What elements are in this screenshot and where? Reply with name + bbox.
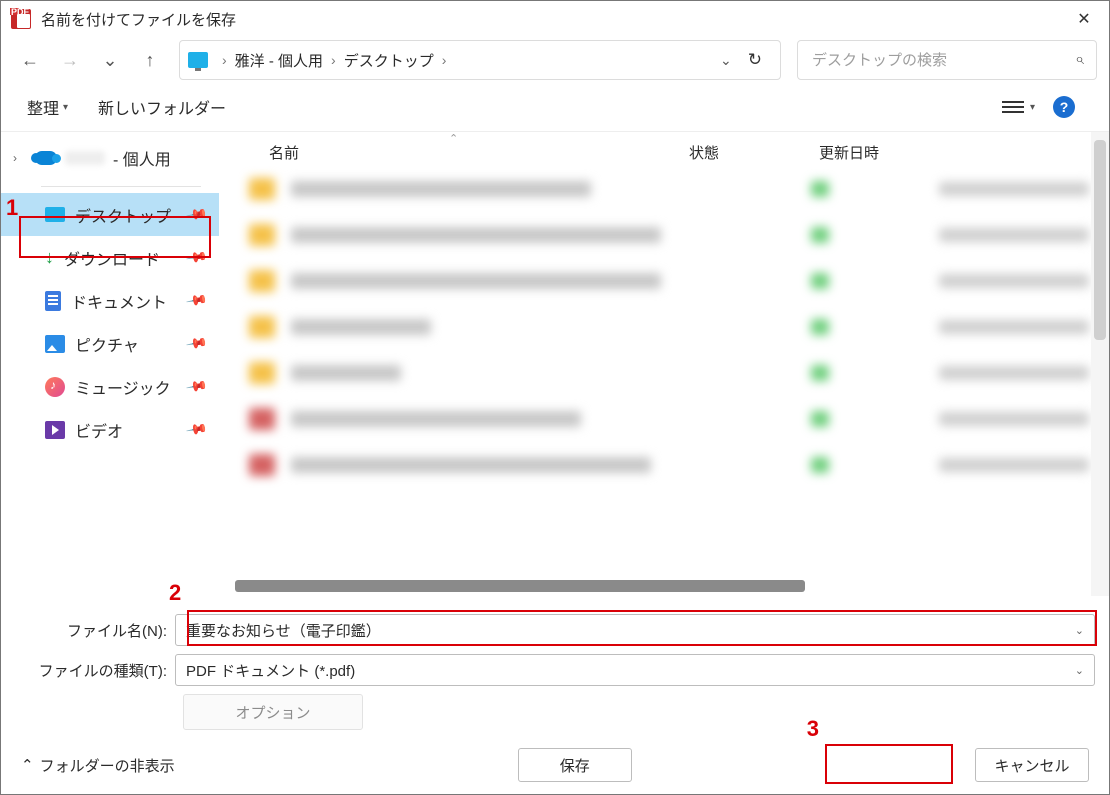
new-folder-label: 新しいフォルダー: [98, 95, 226, 119]
search-icon[interactable]: ⌕: [1075, 51, 1084, 69]
download-icon: ↓: [45, 247, 54, 268]
save-fields: 2 ファイル名(N): 重要なお知らせ（電子印鑑） ⌄ ファイルの種類(T): …: [1, 596, 1109, 736]
nav-back-button[interactable]: ←: [13, 43, 47, 77]
options-label: オプション: [235, 702, 310, 723]
chevron-right-icon: ›: [434, 52, 455, 68]
organize-menu[interactable]: 整理 ▾: [27, 95, 68, 119]
sidebar-item-pictures[interactable]: ピクチャ 📌: [1, 322, 219, 365]
annotation-number: 1: [6, 195, 18, 221]
redacted-text: [65, 151, 105, 165]
pin-icon[interactable]: 📌: [184, 418, 208, 442]
chevron-down-icon: ▾: [1030, 102, 1035, 113]
chevron-up-icon: ⌃: [21, 756, 34, 774]
pin-icon[interactable]: 📌: [184, 203, 208, 227]
save-label: 保存: [560, 755, 590, 776]
cancel-button[interactable]: キャンセル: [975, 748, 1089, 782]
picture-icon: [45, 335, 65, 353]
footer: ⌃ フォルダーの非表示 3 保存 キャンセル: [1, 736, 1109, 794]
chevron-down-icon: ▾: [63, 102, 68, 113]
column-name[interactable]: 名前: [269, 142, 689, 163]
chevron-down-icon[interactable]: ⌄: [1075, 664, 1084, 677]
cancel-label: キャンセル: [994, 755, 1069, 776]
window-title: 名前を付けてファイルを保存: [41, 9, 1059, 30]
annotation-number: 3: [807, 716, 819, 742]
breadcrumb-seg[interactable]: デスクトップ: [344, 50, 434, 71]
save-button[interactable]: 保存: [518, 748, 632, 782]
sidebar-item-label: ミュージック: [75, 375, 171, 399]
pin-icon[interactable]: 📌: [184, 332, 208, 356]
file-list-pane: ⌃ 名前 状態 更新日時: [219, 132, 1109, 596]
column-status[interactable]: 状態: [689, 142, 819, 163]
sidebar-item-desktop[interactable]: デスクトップ 📌: [1, 193, 219, 236]
recent-chevron-icon[interactable]: ⌄: [93, 43, 127, 77]
options-button[interactable]: オプション: [183, 694, 363, 730]
list-view-icon: [1002, 101, 1024, 113]
horizontal-scrollbar[interactable]: [235, 580, 805, 592]
filetype-value: PDF ドキュメント (*.pdf): [186, 660, 355, 681]
sidebar-item-label: ダウンロード: [64, 246, 160, 270]
monitor-icon: [188, 52, 208, 68]
breadcrumb[interactable]: › 雅洋 - 個人用 › デスクトップ › ⌄ ↻: [179, 40, 781, 80]
folder-toggle-label: フォルダーの非表示: [40, 755, 175, 776]
column-date[interactable]: 更新日時: [819, 142, 1109, 163]
divider: [41, 186, 201, 187]
breadcrumb-dropdown-icon[interactable]: ⌄: [720, 52, 732, 69]
view-mode-button[interactable]: ▾: [1002, 101, 1035, 113]
filename-input[interactable]: 重要なお知らせ（電子印鑑） ⌄: [175, 614, 1095, 646]
nav-forward-button[interactable]: →: [53, 43, 87, 77]
onedrive-icon: [35, 151, 57, 165]
folder-tree: › - 個人用 デスクトップ 📌 ↓ ダウンロード 📌 ドキュメント 📌: [1, 132, 219, 596]
document-icon: [45, 291, 61, 311]
chevron-right-icon: ›: [13, 151, 27, 165]
pin-icon[interactable]: 📌: [184, 289, 208, 313]
sidebar-item-label: ビデオ: [75, 418, 123, 442]
sidebar-item-video[interactable]: ビデオ 📌: [1, 408, 219, 451]
chevron-right-icon: ›: [214, 52, 235, 68]
column-headers: 名前 状態 更新日時: [219, 132, 1109, 172]
sidebar-item-music[interactable]: ミュージック 📌: [1, 365, 219, 408]
toolbar: 整理 ▾ 新しいフォルダー ▾ ?: [1, 83, 1109, 131]
nav-up-button[interactable]: ↑: [133, 43, 167, 77]
pdf-app-icon: PDF: [11, 9, 31, 29]
sidebar-item-documents[interactable]: ドキュメント 📌: [1, 279, 219, 322]
tree-root-label: - 個人用: [113, 146, 171, 170]
new-folder-button[interactable]: 新しいフォルダー: [98, 95, 226, 119]
chevron-right-icon: ›: [323, 52, 344, 68]
sidebar-item-label: ピクチャ: [75, 332, 139, 356]
breadcrumb-seg[interactable]: 雅洋 - 個人用: [235, 50, 323, 71]
search-box[interactable]: ⌕: [797, 40, 1097, 80]
pin-icon[interactable]: 📌: [184, 246, 208, 270]
annotation-number: 2: [169, 580, 181, 606]
pin-icon[interactable]: 📌: [184, 375, 208, 399]
sidebar-item-label: デスクトップ: [75, 203, 171, 227]
tree-root-onedrive[interactable]: › - 個人用: [1, 138, 219, 178]
vertical-scrollbar[interactable]: [1094, 140, 1106, 340]
folder-toggle-button[interactable]: ⌃ フォルダーの非表示: [21, 755, 175, 776]
music-icon: [45, 377, 65, 397]
organize-label: 整理: [27, 95, 59, 119]
video-icon: [45, 421, 65, 439]
search-input[interactable]: [810, 51, 1075, 70]
filetype-select[interactable]: PDF ドキュメント (*.pdf) ⌄: [175, 654, 1095, 686]
sidebar-item-downloads[interactable]: ↓ ダウンロード 📌: [1, 236, 219, 279]
filetype-label: ファイルの種類(T):: [15, 660, 175, 681]
close-icon[interactable]: ✕: [1059, 1, 1109, 37]
filename-value: 重要なお知らせ（電子印鑑）: [186, 620, 381, 641]
refresh-icon[interactable]: ↻: [748, 50, 762, 70]
monitor-icon: [45, 207, 65, 222]
file-list-blurred: [219, 172, 1109, 476]
save-dialog: PDF 名前を付けてファイルを保存 ✕ ← → ⌄ ↑ › 雅洋 - 個人用 ›…: [0, 0, 1110, 795]
body: 1 › - 個人用 デスクトップ 📌 ↓ ダウンロード 📌: [1, 131, 1109, 596]
chevron-down-icon[interactable]: ⌄: [1075, 624, 1084, 637]
sidebar-item-label: ドキュメント: [71, 289, 167, 313]
navigation-row: ← → ⌄ ↑ › 雅洋 - 個人用 › デスクトップ › ⌄ ↻ ⌕: [1, 37, 1109, 83]
titlebar: PDF 名前を付けてファイルを保存 ✕: [1, 1, 1109, 37]
help-icon[interactable]: ?: [1053, 96, 1075, 118]
filename-label: ファイル名(N):: [15, 620, 175, 641]
sort-indicator-icon: ⌃: [449, 132, 458, 145]
annotation-box: [825, 744, 953, 784]
